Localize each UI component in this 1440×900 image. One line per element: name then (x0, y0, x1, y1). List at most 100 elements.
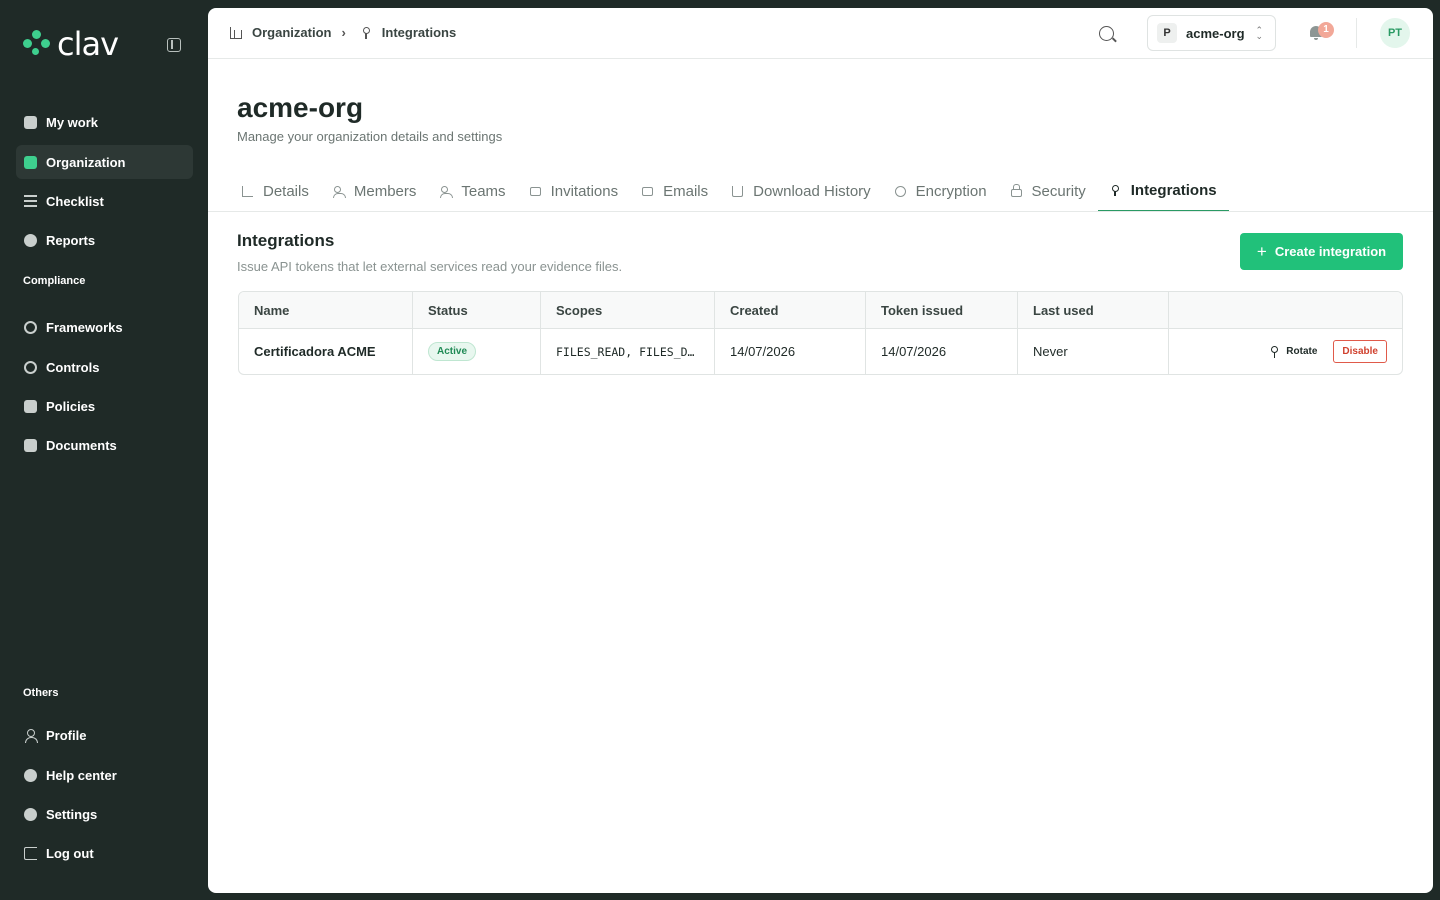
disable-button[interactable]: Disable (1333, 340, 1387, 363)
sidebar-item-my-work[interactable]: My work (16, 105, 193, 139)
status-badge: Active (428, 342, 477, 361)
key-icon (360, 26, 372, 39)
page-subtitle: Manage your organization details and set… (237, 129, 503, 144)
sidebar: clav My work Organization Checklist Repo… (0, 0, 208, 900)
document-icon (24, 438, 37, 452)
table-header: Name Status Scopes Created Token issued … (239, 292, 1402, 329)
sidebar-item-label: Documents (46, 437, 117, 453)
chevron-updown-icon: ⌃ ⌄ (1255, 25, 1263, 41)
sidebar-item-settings[interactable]: Settings (16, 797, 193, 831)
sidebar-item-profile[interactable]: Profile (16, 718, 193, 752)
main-panel: Organization › Integrations P acme-org ⌃… (208, 8, 1433, 893)
mail-icon (642, 186, 654, 196)
logo-mark-icon (23, 30, 51, 58)
page-title: acme-org (237, 92, 364, 123)
table-row: Certificadora ACME Active FILES_READ, FI… (239, 329, 1402, 374)
logo-text: clav (57, 25, 119, 63)
tab-label: Details (263, 182, 309, 200)
integration-name: Certificadora ACME (239, 329, 413, 374)
sidebar-item-log-out[interactable]: Log out (16, 836, 193, 870)
help-icon (24, 768, 37, 782)
tab-label: Teams (461, 182, 506, 200)
column-header: Status (413, 292, 541, 328)
tab-details[interactable]: Details (230, 170, 321, 212)
tab-members[interactable]: Members (321, 170, 429, 212)
tab-download-history[interactable]: Download History (720, 170, 883, 212)
sidebar-collapse-icon[interactable] (167, 38, 181, 52)
create-integration-label: Create integration (1274, 244, 1387, 259)
tab-label: Security (1031, 182, 1086, 200)
tab-integrations[interactable]: Integrations (1097, 170, 1229, 212)
chevron-right-icon: › (341, 25, 346, 40)
user-avatar[interactable]: PT (1380, 18, 1410, 48)
status-cell: Active (413, 329, 541, 374)
tab-label: Download History (753, 182, 871, 200)
rotate-button[interactable]: Rotate (1270, 345, 1318, 358)
created-date: 14/07/2026 (715, 329, 866, 374)
chart-icon (24, 233, 37, 247)
tab-label: Encryption (915, 182, 987, 200)
tab-security[interactable]: Security (999, 170, 1098, 212)
column-header: Token issued (866, 292, 1018, 328)
sidebar-item-controls[interactable]: Controls (16, 350, 193, 384)
tab-invitations[interactable]: Invitations (518, 170, 631, 212)
tab-teams[interactable]: Teams (428, 170, 517, 212)
policy-icon (24, 399, 37, 413)
column-header: Created (715, 292, 866, 328)
chart-icon (242, 185, 253, 197)
org-switcher[interactable]: P acme-org ⌃ ⌄ (1147, 15, 1276, 51)
logout-icon (24, 846, 37, 860)
sidebar-item-frameworks[interactable]: Frameworks (16, 310, 193, 344)
divider (1356, 18, 1357, 48)
sidebar-item-label: Profile (46, 727, 87, 743)
sidebar-item-reports[interactable]: Reports (16, 223, 193, 257)
shield-icon (894, 185, 906, 197)
sidebar-item-label: Reports (46, 232, 96, 248)
tab-emails[interactable]: Emails (630, 170, 720, 212)
framework-icon (24, 320, 37, 334)
lock-icon (1010, 184, 1022, 197)
column-header (1169, 292, 1402, 328)
controls-icon (24, 360, 37, 374)
tab-label: Emails (663, 182, 709, 200)
column-header: Scopes (541, 292, 715, 328)
notification-badge: 1 (1318, 22, 1334, 38)
key-icon (1270, 345, 1279, 358)
create-integration-button[interactable]: + Create integration (1240, 233, 1403, 270)
scopes-value: FILES_READ, FILES_D… (556, 344, 695, 359)
section-subtitle: Issue API tokens that let external servi… (237, 259, 623, 274)
section-title: Integrations (237, 231, 335, 250)
sidebar-item-label: Frameworks (46, 319, 123, 335)
column-header: Name (239, 292, 413, 328)
sidebar-item-label: Controls (46, 359, 100, 375)
section-label-others: Others (23, 687, 59, 699)
breadcrumb-integrations: Integrations (381, 25, 457, 40)
user-icon (24, 728, 38, 743)
sidebar-item-label: Settings (46, 806, 98, 822)
tab-encryption[interactable]: Encryption (883, 170, 999, 212)
mail-icon (529, 186, 541, 196)
org-name: acme-org (1186, 25, 1245, 41)
divider (208, 211, 1433, 212)
sidebar-item-policies[interactable]: Policies (16, 389, 193, 423)
sidebar-item-checklist[interactable]: Checklist (16, 184, 193, 218)
sidebar-item-label: My work (46, 114, 99, 130)
sidebar-item-organization[interactable]: Organization (16, 145, 193, 179)
folder-icon (24, 115, 37, 129)
section-label-compliance: Compliance (23, 275, 86, 287)
rotate-label: Rotate (1286, 346, 1318, 357)
download-icon (732, 185, 744, 197)
building-icon (24, 155, 37, 169)
sidebar-item-label: Help center (46, 767, 117, 783)
tab-label: Members (353, 182, 417, 200)
token-issued-date: 14/07/2026 (866, 329, 1018, 374)
last-used-value: Never (1018, 329, 1169, 374)
sidebar-item-documents[interactable]: Documents (16, 428, 193, 462)
clav-logo[interactable]: clav (23, 25, 119, 63)
search-icon[interactable] (1099, 26, 1114, 41)
tab-label: Integrations (1130, 181, 1217, 199)
people-icon (440, 185, 454, 198)
sidebar-item-help-center[interactable]: Help center (16, 758, 193, 792)
breadcrumb-organization[interactable]: Organization (252, 25, 331, 40)
org-avatar: P (1157, 23, 1177, 43)
